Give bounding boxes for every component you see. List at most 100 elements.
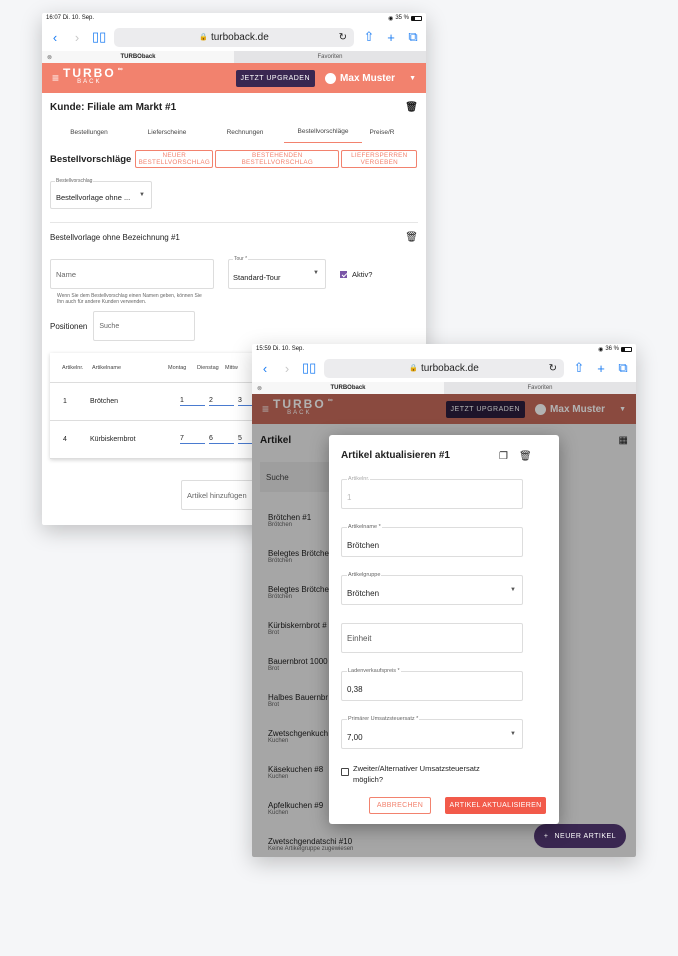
cell-name: Kürbiskernbrot bbox=[90, 436, 136, 443]
col-mittwoch: Mittw bbox=[225, 364, 238, 371]
new-tab-icon[interactable]: + bbox=[384, 30, 398, 45]
turboback-logo[interactable]: TURBO BACK ∞ bbox=[63, 66, 123, 87]
close-tab-icon[interactable]: ⊗ bbox=[257, 385, 262, 392]
col-artikelname: Artikelname bbox=[92, 364, 122, 371]
cell-name: Brötchen bbox=[90, 398, 119, 405]
browser-tab-favoriten[interactable]: Favoriten bbox=[444, 382, 636, 394]
field-label: Primärer Umsatzsteuersatz * bbox=[347, 716, 420, 722]
app-header: ≡ TURBO BACK ∞ JETZT UPGRADEN Max Muster ▼ bbox=[252, 394, 636, 424]
tab-label: TURBOback bbox=[330, 385, 366, 391]
browser-tab-favoriten[interactable]: Favoriten bbox=[234, 51, 426, 63]
proposal-select[interactable]: Bestellvorschlag Bestellvorlage ohne ...… bbox=[50, 178, 152, 209]
field-value: Brötchen bbox=[347, 589, 380, 598]
field-value: Brötchen bbox=[347, 541, 380, 550]
price-field[interactable]: Ladenverkaufspreis * 0,38 bbox=[341, 668, 523, 701]
upgrade-button[interactable]: JETZT UPGRADEN bbox=[235, 69, 316, 87]
menu-icon[interactable]: ≡ bbox=[262, 402, 269, 416]
upgrade-button[interactable]: JETZT UPGRADEN bbox=[445, 400, 526, 418]
bookmarks-icon[interactable]: ▯▯ bbox=[92, 29, 106, 45]
battery-icon bbox=[621, 346, 632, 352]
plus-icon: + bbox=[543, 832, 549, 840]
tab-bestellungen[interactable]: Bestellungen bbox=[50, 121, 128, 143]
status-time: 15:59 bbox=[256, 346, 272, 352]
alt-tax-checkbox[interactable]: Zweiter/Alternativer Umsatzsteuersatz mö… bbox=[341, 763, 503, 785]
user-menu[interactable]: Max Muster ▼ bbox=[535, 403, 626, 415]
artikelname-field[interactable]: Artikelname * Brötchen bbox=[341, 524, 523, 557]
page-title-row: Kunde: Filiale am Markt #1 🗑 bbox=[42, 93, 426, 121]
cell-nr: 4 bbox=[63, 436, 67, 443]
back-arrow-icon[interactable]: ‹ bbox=[48, 30, 62, 45]
tax-select[interactable]: Primärer Umsatzsteuersatz * 7,00 ▼ bbox=[341, 716, 523, 749]
aktiv-checkbox[interactable]: Aktiv? bbox=[340, 270, 372, 279]
new-article-button[interactable]: + NEUER ARTIKEL bbox=[534, 824, 626, 848]
address-bar[interactable]: 🔒 turboback.de ↻ bbox=[114, 27, 354, 47]
select-value: Bestellvorlage ohne ... bbox=[56, 193, 131, 202]
field-placeholder: Einheit bbox=[347, 634, 372, 643]
tab-lieferscheine[interactable]: Lieferscheine bbox=[128, 121, 206, 143]
status-bar: 16:07 Di. 10. Sep. ◉ 35 % bbox=[42, 13, 426, 23]
update-article-button[interactable]: ARTIKEL AKTUALISIEREN bbox=[445, 797, 546, 814]
tab-rechnungen[interactable]: Rechnungen bbox=[206, 121, 284, 143]
name-input[interactable]: Name bbox=[50, 259, 214, 289]
tab-preise[interactable]: Preise/R bbox=[362, 121, 402, 143]
dropdown-arrow-icon: ▼ bbox=[510, 731, 516, 737]
dropdown-arrow-icon: ▼ bbox=[313, 270, 319, 276]
browser-tabs: ⊗ TURBOback Favoriten bbox=[42, 51, 426, 63]
delivery-block-button[interactable]: LIEFERSPERREN VERGEBEN bbox=[341, 150, 418, 168]
share-icon[interactable]: ⇧ bbox=[362, 29, 376, 45]
new-tab-icon[interactable]: + bbox=[594, 361, 608, 376]
tour-select[interactable]: Tour * Standard-Tour ▼ bbox=[228, 256, 326, 289]
einheit-field[interactable]: Einheit bbox=[341, 623, 523, 653]
positionen-row: Positionen Suche bbox=[42, 311, 426, 341]
url-text: turboback.de bbox=[420, 362, 479, 374]
qty-input[interactable]: 7 bbox=[180, 435, 205, 444]
tab-label: TURBOback bbox=[120, 54, 156, 60]
reload-icon[interactable]: ↻ bbox=[339, 32, 347, 43]
page-title: Kunde: Filiale am Markt #1 bbox=[50, 101, 177, 113]
turboback-logo[interactable]: TURBO BACK ∞ bbox=[273, 397, 333, 418]
user-menu[interactable]: Max Muster ▼ bbox=[325, 72, 416, 84]
new-proposal-button[interactable]: NEUER BESTELLVORSCHLAG bbox=[135, 150, 214, 168]
reload-icon[interactable]: ↻ bbox=[549, 363, 557, 374]
copy-icon[interactable]: ❐ bbox=[499, 451, 508, 462]
tabs-icon[interactable]: ⧉ bbox=[406, 29, 420, 45]
forward-arrow-icon[interactable]: › bbox=[70, 30, 84, 45]
bookmarks-icon[interactable]: ▯▯ bbox=[302, 360, 316, 376]
field-label: Ladenverkaufspreis * bbox=[347, 668, 401, 674]
chevron-down-icon: ▼ bbox=[619, 405, 626, 413]
status-date: Di. 10. Sep. bbox=[62, 15, 95, 21]
delete-icon[interactable]: 🗑 bbox=[519, 451, 532, 462]
tabs-icon[interactable]: ⧉ bbox=[616, 360, 630, 376]
name-hint: Wenn Sie dem Bestellvorschlag einen Name… bbox=[57, 293, 202, 305]
existing-proposal-button[interactable]: BESTEHENDEN BESTELLVORSCHLAG bbox=[215, 150, 340, 168]
address-bar[interactable]: 🔒 turboback.de ↻ bbox=[324, 358, 564, 378]
qty-input[interactable]: 1 bbox=[180, 397, 205, 406]
cell-nr: 1 bbox=[63, 398, 67, 405]
artikelgruppe-select[interactable]: Artikelgruppe Brötchen ▼ bbox=[341, 572, 523, 605]
battery-icon bbox=[411, 15, 422, 21]
browser-tabs: ⊗ TURBOback Favoriten bbox=[252, 382, 636, 394]
menu-icon[interactable]: ≡ bbox=[52, 71, 59, 85]
checkbox-label: Aktiv? bbox=[352, 269, 373, 279]
browser-tab-turboback[interactable]: ⊗ TURBOback bbox=[42, 51, 234, 63]
share-icon[interactable]: ⇧ bbox=[572, 360, 586, 376]
lock-icon: 🔒 bbox=[199, 34, 208, 41]
delete-icon[interactable]: 🗑 bbox=[405, 102, 418, 113]
field-value: 0,38 bbox=[347, 685, 363, 694]
qty-input[interactable]: 6 bbox=[209, 435, 234, 444]
select-value: Standard-Tour bbox=[233, 273, 281, 282]
forward-arrow-icon[interactable]: › bbox=[280, 361, 294, 376]
field-value: 1 bbox=[347, 493, 352, 502]
browser-tab-turboback[interactable]: ⊗ TURBOback bbox=[252, 382, 444, 394]
front-tablet-screenshot: 15:59 Di. 10. Sep. ◉ 36 % ‹ › ▯▯ 🔒 turboba… bbox=[252, 344, 636, 857]
checkbox-unchecked-icon bbox=[341, 768, 349, 776]
user-name: Max Muster bbox=[550, 403, 606, 415]
qty-input[interactable]: 2 bbox=[209, 397, 234, 406]
battery-percent: 35 % bbox=[395, 15, 409, 21]
back-arrow-icon[interactable]: ‹ bbox=[258, 361, 272, 376]
close-tab-icon[interactable]: ⊗ bbox=[47, 54, 52, 61]
delete-icon[interactable]: 🗑 bbox=[405, 232, 418, 243]
cancel-button[interactable]: ABBRECHEN bbox=[369, 797, 431, 814]
tab-bestellvorschlaege[interactable]: Bestellvorschläge bbox=[284, 121, 362, 143]
search-input[interactable]: Suche bbox=[93, 311, 196, 341]
